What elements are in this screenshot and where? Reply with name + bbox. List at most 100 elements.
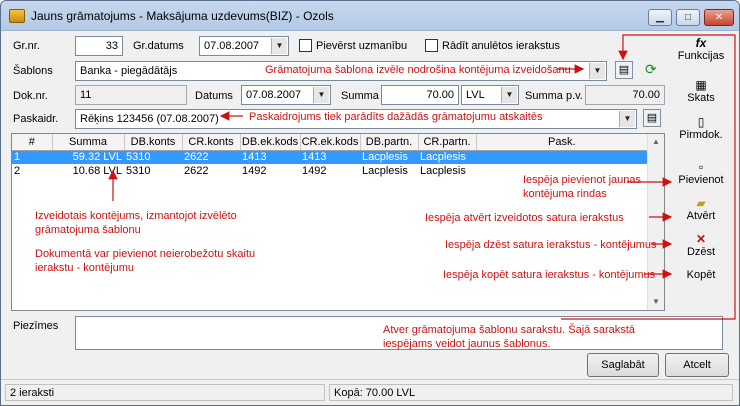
datums-field[interactable]: 07.08.2007 ▼ xyxy=(241,85,331,105)
title-bar: Jauns grāmatojums - Maksājuma uzdevums(B… xyxy=(1,1,739,31)
dzest-button[interactable]: ✕ Dzēst xyxy=(673,233,729,258)
atvert-button[interactable]: ▰ Atvērt xyxy=(673,197,729,222)
annotation-atver-2: iespējams veidot jaunus šablonus. xyxy=(383,338,551,350)
summa-pv-label: Summa p.v. xyxy=(525,90,583,102)
kopet-button[interactable]: Kopēt xyxy=(673,269,729,281)
datums-value: 07.08.2007 xyxy=(246,89,302,101)
close-button[interactable]: ✕ xyxy=(704,9,734,26)
col-header-cr-konts[interactable]: CR.konts xyxy=(182,134,241,151)
annotation-dzest: Iespēja dzēst satura ierakstus - kontēju… xyxy=(445,239,657,251)
cell-cr-konts: 2622 xyxy=(182,150,240,164)
annotation-pievienot-2: kontējuma rindas xyxy=(523,188,607,200)
cell-number: 2 xyxy=(14,165,21,177)
annotation-izveidotais-1: Izveidotais kontējums, izmantojot izvēlē… xyxy=(35,210,237,222)
chevron-down-icon[interactable]: ▼ xyxy=(313,87,329,103)
pievērst-checkbox[interactable] xyxy=(299,39,312,52)
skats-label: Skats xyxy=(687,92,715,104)
gr-datums-field[interactable]: 07.08.2007 ▼ xyxy=(199,36,289,56)
col-header-pask[interactable]: Pask. xyxy=(476,134,648,151)
col-header-number[interactable]: # xyxy=(12,134,53,151)
col-header-cr-ek-kods[interactable]: CR.ek.kods xyxy=(300,134,361,151)
funkcijas-button[interactable]: fx Funkcijas xyxy=(673,37,729,62)
chevron-down-icon[interactable]: ▼ xyxy=(501,87,517,103)
saglabat-button[interactable]: Saglabāt xyxy=(587,353,659,377)
sablons-value: Banka - piegādātājs xyxy=(80,65,178,77)
paskaidr-label: Paskaidr. xyxy=(13,113,59,125)
annotation-sablons: Grāmatojuma šablona izvēle nodrošina kon… xyxy=(265,64,571,76)
summa-field[interactable]: 70.00 xyxy=(381,85,459,105)
paskaidr-list-icon[interactable]: ▤ xyxy=(643,109,661,127)
annotation-dokuments-2: ierakstu - kontējumu xyxy=(35,262,135,274)
chevron-down-icon[interactable]: ▼ xyxy=(271,38,287,54)
annotation-dokuments-1: Dokumentā var pievienot neierobežotu ska… xyxy=(35,248,256,260)
atcelt-button[interactable]: Atcelt xyxy=(665,353,729,377)
cell-db-partn: Lacplesis xyxy=(362,165,408,177)
cell-cr-konts: 2622 xyxy=(184,165,209,177)
cell-summa: 59.32 LVL xyxy=(52,150,124,164)
scroll-down-icon[interactable]: ▼ xyxy=(648,294,664,310)
pievienot-button[interactable]: ▫ Pievienot xyxy=(673,161,729,186)
app-icon xyxy=(9,9,25,23)
cell-db-konts: 5310 xyxy=(124,150,182,164)
template-list-icon[interactable]: ▤ xyxy=(615,61,633,79)
cell-db-konts: 5310 xyxy=(126,165,151,177)
refresh-icon[interactable]: ⟳ xyxy=(645,61,657,78)
skats-button[interactable]: ▦ Skats xyxy=(673,79,729,104)
paskaidr-value: Rēķins 123456 (07.08.2007) xyxy=(80,113,219,125)
maximize-button[interactable]: □ xyxy=(676,9,700,26)
pirmdok-button[interactable]: ▯ Pirmdok. xyxy=(673,116,729,141)
col-header-db-ek-kods[interactable]: DB.ek.kods xyxy=(240,134,301,151)
rādīt-anulētos-label: Rādīt anulētos ierakstus xyxy=(442,40,561,52)
col-header-db-partn[interactable]: DB.partn. xyxy=(360,134,419,151)
col-header-cr-partn[interactable]: CR.partn. xyxy=(418,134,477,151)
open-folder-icon: ▰ xyxy=(696,196,706,210)
cell-summa: 10.68 LVL xyxy=(72,165,122,177)
function-icon: fx xyxy=(695,36,707,50)
cell-db-ek-kods: 1492 xyxy=(242,165,267,177)
col-header-db-konts[interactable]: DB.konts xyxy=(124,134,183,151)
dok-nr-field[interactable]: 11 xyxy=(75,85,187,105)
summa-label: Summa xyxy=(341,90,379,102)
cell-pask xyxy=(476,150,648,164)
annotation-atver-1: Atver grāmatojuma šablonu sarakstu. Šajā… xyxy=(383,324,635,336)
annotation-paskaidr: Paskaidrojums tiek parādīts dažādās grām… xyxy=(249,111,543,123)
currency-select[interactable]: LVL ▼ xyxy=(461,85,519,105)
cell-cr-partn: Lacplesis xyxy=(418,150,476,164)
cell-db-ek-kods: 1413 xyxy=(240,150,300,164)
annotation-pievienot-1: Iespēja pievienot jaunas xyxy=(523,174,642,186)
window: Jauns grāmatojums - Maksājuma uzdevums(B… xyxy=(0,0,740,406)
datums-label: Datums xyxy=(195,90,233,102)
currency-value: LVL xyxy=(466,89,485,101)
scroll-up-icon[interactable]: ▲ xyxy=(648,134,664,150)
cell-number: 1 xyxy=(12,150,52,164)
new-document-icon: ▫ xyxy=(698,160,704,174)
funkcijas-label: Funkcijas xyxy=(677,50,725,62)
chevron-down-icon[interactable]: ▼ xyxy=(619,111,635,127)
document-icon: ▯ xyxy=(697,115,705,129)
sablons-label: Šablons xyxy=(13,65,53,77)
kopet-label: Kopēt xyxy=(686,269,716,281)
table-row[interactable]: 1 59.32 LVL 5310 2622 1413 1413 Lacplesi… xyxy=(12,150,648,164)
summa-pv-field[interactable]: 70.00 xyxy=(585,85,665,105)
cell-cr-partn: Lacplesis xyxy=(420,165,466,177)
pievērst-label: Pievērst uzmanību xyxy=(316,40,408,52)
status-bar: 2 ieraksti Kopā: 70.00 LVL xyxy=(1,379,739,405)
cell-cr-ek-kods: 1492 xyxy=(302,165,327,177)
minimize-button[interactable]: ▁ xyxy=(648,9,672,26)
annotation-izveidotais-2: grāmatojuma šablonu xyxy=(35,224,141,236)
gr-nr-field[interactable]: 33 xyxy=(75,36,123,56)
gr-nr-label: Gr.nr. xyxy=(13,40,40,52)
chevron-down-icon[interactable]: ▼ xyxy=(589,63,605,79)
annotation-atvert: Iespēja atvērt izveidotos satura ierakst… xyxy=(425,212,624,224)
gr-datums-label: Gr.datums xyxy=(133,40,184,52)
rādīt-anulētos-checkbox[interactable] xyxy=(425,39,438,52)
status-total: Kopā: 70.00 LVL xyxy=(329,384,733,401)
cell-db-partn: Lacplesis xyxy=(360,150,418,164)
atvert-label: Atvērt xyxy=(686,210,716,222)
dzest-label: Dzēst xyxy=(686,246,716,258)
grid-view-icon: ▦ xyxy=(695,78,707,92)
grid-scrollbar[interactable]: ▲ ▼ xyxy=(647,134,664,310)
pievienot-label: Pievienot xyxy=(678,174,724,186)
col-header-summa[interactable]: Summa xyxy=(52,134,125,151)
gr-datums-value: 07.08.2007 xyxy=(204,40,260,52)
